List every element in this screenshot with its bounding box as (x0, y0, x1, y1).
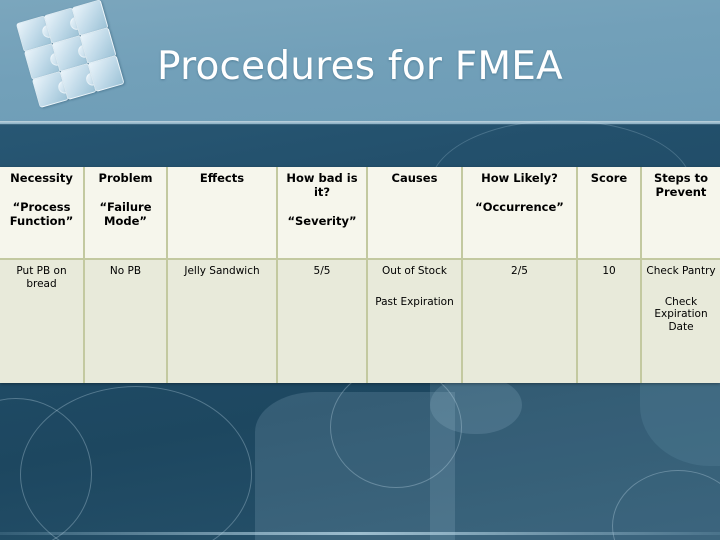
cell-steps-primary: Check Pantry (646, 265, 716, 277)
column-header-problem: Problem “Failure Mode” (84, 167, 168, 260)
footer-divider (0, 532, 720, 535)
slide: Procedures for FMEA Necessity “Process F… (0, 0, 720, 540)
header-label: Effects (199, 171, 245, 185)
table-header-row: Necessity “Process Function” Problem “Fa… (0, 167, 720, 260)
cell-necessity: Put PB on bread (0, 259, 85, 383)
cell-steps-secondary: Check Expiration Date (654, 295, 708, 333)
header-label: Steps to Prevent (653, 171, 709, 199)
cell-score: 10 (577, 259, 642, 383)
column-header-necessity: Necessity “Process Function” (0, 167, 85, 260)
cell-occurrence: 2/5 (462, 259, 578, 383)
cell-problem: No PB (84, 259, 168, 383)
fmea-table: Necessity “Process Function” Problem “Fa… (0, 167, 720, 383)
header-sublabel: “Process Function” (9, 199, 74, 228)
header-label: Score (590, 171, 628, 185)
cell-effects: Jelly Sandwich (167, 259, 278, 383)
header-label: How bad is it? (286, 171, 358, 199)
cell-causes-primary: Out of Stock (382, 265, 447, 277)
column-header-causes: Causes (367, 167, 463, 260)
cell-causes: Out of Stock Past Expiration (367, 259, 463, 383)
column-header-score: Score (577, 167, 642, 260)
column-header-steps-to-prevent: Steps to Prevent (641, 167, 720, 260)
header-sublabel: “Failure Mode” (99, 199, 152, 228)
column-header-occurrence: How Likely? “Occurrence” (462, 167, 578, 260)
column-header-effects: Effects (167, 167, 278, 260)
header-label: Problem (98, 171, 153, 185)
header-sublabel: “Severity” (287, 213, 357, 228)
header-label: Causes (391, 171, 438, 185)
header-label: Necessity (10, 171, 73, 185)
header-sublabel: “Occurrence” (475, 199, 564, 214)
header-label: How Likely? (481, 171, 558, 185)
cell-causes-secondary: Past Expiration (375, 295, 454, 308)
cell-severity: 5/5 (277, 259, 368, 383)
slide-title: Procedures for FMEA (157, 44, 563, 89)
table-row: Put PB on bread No PB Jelly Sandwich 5/5… (0, 259, 720, 383)
column-header-severity: How bad is it? “Severity” (277, 167, 368, 260)
cell-steps-to-prevent: Check Pantry Check Expiration Date (641, 259, 720, 383)
